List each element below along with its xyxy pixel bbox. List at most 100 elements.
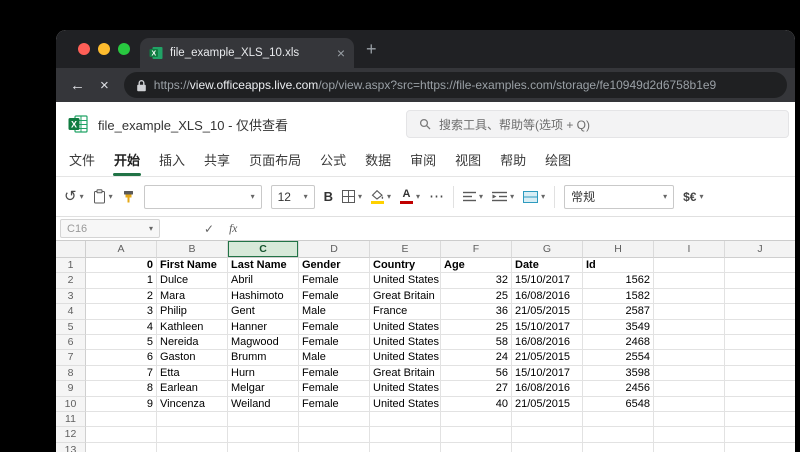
cell-f5[interactable]: 25 bbox=[441, 319, 512, 335]
cell-i12[interactable] bbox=[654, 427, 725, 443]
cell-i9[interactable] bbox=[654, 381, 725, 397]
paste-button[interactable]: ▾ bbox=[93, 189, 113, 204]
cell-a7[interactable]: 6 bbox=[86, 350, 157, 366]
cell-j12[interactable] bbox=[725, 427, 795, 443]
menu-item-review[interactable]: 审阅 bbox=[409, 150, 437, 176]
cell-f13[interactable] bbox=[441, 442, 512, 452]
cell-c5[interactable]: Hanner bbox=[228, 319, 299, 335]
cell-a2[interactable]: 1 bbox=[86, 273, 157, 289]
cell-c11[interactable] bbox=[228, 411, 299, 428]
cell-i2[interactable] bbox=[654, 273, 725, 289]
column-header-j[interactable]: J bbox=[725, 241, 795, 258]
cell-i5[interactable] bbox=[654, 319, 725, 335]
cell-a10[interactable]: 9 bbox=[86, 396, 157, 412]
cell-h6[interactable]: 2468 bbox=[583, 334, 654, 351]
cell-d12[interactable] bbox=[299, 427, 370, 443]
cell-f6[interactable]: 58 bbox=[441, 334, 512, 351]
browser-tab[interactable]: X file_example_XLS_10.xls × bbox=[140, 38, 354, 68]
cell-e9[interactable]: United States bbox=[370, 381, 441, 397]
search-box[interactable]: 搜索工具、帮助等(选项 + Q) bbox=[406, 110, 789, 138]
column-header-c[interactable]: C bbox=[228, 241, 299, 258]
cell-g2[interactable]: 15/10/2017 bbox=[512, 273, 583, 289]
cell-j2[interactable] bbox=[725, 273, 795, 289]
column-header-e[interactable]: E bbox=[370, 241, 441, 258]
row-header-11[interactable]: 11 bbox=[56, 411, 86, 428]
cell-h11[interactable] bbox=[583, 411, 654, 428]
column-header-b[interactable]: B bbox=[157, 241, 228, 258]
cell-g8[interactable]: 15/10/2017 bbox=[512, 365, 583, 382]
cell-e3[interactable]: Great Britain bbox=[370, 288, 441, 305]
column-header-g[interactable]: G bbox=[512, 241, 583, 258]
menu-item-draw[interactable]: 绘图 bbox=[544, 150, 572, 176]
cell-c4[interactable]: Gent bbox=[228, 304, 299, 320]
cell-e2[interactable]: United States bbox=[370, 273, 441, 289]
cell-j4[interactable] bbox=[725, 304, 795, 320]
cell-b10[interactable]: Vincenza bbox=[157, 396, 228, 412]
row-header-6[interactable]: 6 bbox=[56, 334, 86, 351]
undo-button[interactable]: ↺ ▾ bbox=[64, 189, 84, 204]
cell-b11[interactable] bbox=[157, 411, 228, 428]
cell-i3[interactable] bbox=[654, 288, 725, 305]
cell-h8[interactable]: 3598 bbox=[583, 365, 654, 382]
cell-e4[interactable]: France bbox=[370, 304, 441, 320]
cell-c9[interactable]: Melgar bbox=[228, 381, 299, 397]
cell-a4[interactable]: 3 bbox=[86, 304, 157, 320]
cell-a3[interactable]: 2 bbox=[86, 288, 157, 305]
cell-e5[interactable]: United States bbox=[370, 319, 441, 335]
cell-g10[interactable]: 21/05/2015 bbox=[512, 396, 583, 412]
cell-e6[interactable]: United States bbox=[370, 334, 441, 351]
cell-b9[interactable]: Earlean bbox=[157, 381, 228, 397]
cell-h5[interactable]: 3549 bbox=[583, 319, 654, 335]
bold-button[interactable]: B bbox=[324, 189, 333, 204]
cell-name-box[interactable]: C16 ▾ bbox=[60, 219, 160, 238]
cell-c3[interactable]: Hashimoto bbox=[228, 288, 299, 305]
cell-h1[interactable]: Id bbox=[583, 258, 654, 274]
close-window-button[interactable] bbox=[78, 43, 90, 55]
font-size-select[interactable]: 12 ▾ bbox=[270, 184, 315, 209]
cell-f2[interactable]: 32 bbox=[441, 273, 512, 289]
new-tab-button[interactable]: + bbox=[366, 40, 377, 58]
cell-b4[interactable]: Philip bbox=[157, 304, 228, 320]
menu-item-help[interactable]: 帮助 bbox=[499, 150, 527, 176]
fill-color-button[interactable]: ▾ bbox=[371, 189, 391, 204]
menu-item-file[interactable]: 文件 bbox=[68, 150, 96, 176]
cell-g13[interactable] bbox=[512, 442, 583, 452]
cell-g12[interactable] bbox=[512, 427, 583, 443]
cell-j11[interactable] bbox=[725, 412, 795, 428]
cell-i7[interactable] bbox=[654, 350, 725, 366]
row-header-2[interactable]: 2 bbox=[56, 273, 86, 289]
cell-f3[interactable]: 25 bbox=[441, 288, 512, 305]
cell-b12[interactable] bbox=[157, 427, 228, 443]
cell-b3[interactable]: Mara bbox=[157, 288, 228, 305]
cell-b7[interactable]: Gaston bbox=[157, 350, 228, 366]
cell-c12[interactable] bbox=[228, 427, 299, 443]
cell-g1[interactable]: Date bbox=[512, 258, 583, 274]
cell-j3[interactable] bbox=[725, 289, 795, 305]
font-color-button[interactable]: A ▾ bbox=[400, 189, 420, 204]
cell-d3[interactable]: Female bbox=[299, 288, 370, 305]
cell-f11[interactable] bbox=[441, 411, 512, 428]
cell-h12[interactable] bbox=[583, 427, 654, 443]
address-bar[interactable]: https://view.officeapps.live.com/op/view… bbox=[123, 72, 787, 98]
cell-g4[interactable]: 21/05/2015 bbox=[512, 304, 583, 320]
cell-j6[interactable] bbox=[725, 335, 795, 351]
cell-j10[interactable] bbox=[725, 397, 795, 412]
cell-b8[interactable]: Etta bbox=[157, 365, 228, 382]
row-header-13[interactable]: 13 bbox=[56, 442, 86, 452]
cell-j1[interactable] bbox=[725, 258, 795, 274]
row-header-12[interactable]: 12 bbox=[56, 427, 86, 443]
select-all-corner[interactable] bbox=[56, 241, 86, 258]
format-painter-button[interactable] bbox=[122, 190, 135, 204]
cell-d5[interactable]: Female bbox=[299, 319, 370, 335]
enter-formula-button[interactable]: ✓ bbox=[204, 222, 214, 236]
alignment-button[interactable]: ▾ bbox=[463, 191, 483, 202]
row-header-5[interactable]: 5 bbox=[56, 319, 86, 335]
menu-item-page-layout[interactable]: 页面布局 bbox=[248, 150, 302, 176]
row-header-10[interactable]: 10 bbox=[56, 396, 86, 412]
cell-c10[interactable]: Weiland bbox=[228, 396, 299, 412]
cell-a11[interactable] bbox=[86, 411, 157, 428]
cell-i6[interactable] bbox=[654, 334, 725, 351]
cell-d10[interactable]: Female bbox=[299, 396, 370, 412]
cell-d6[interactable]: Female bbox=[299, 334, 370, 351]
cell-e13[interactable] bbox=[370, 442, 441, 452]
